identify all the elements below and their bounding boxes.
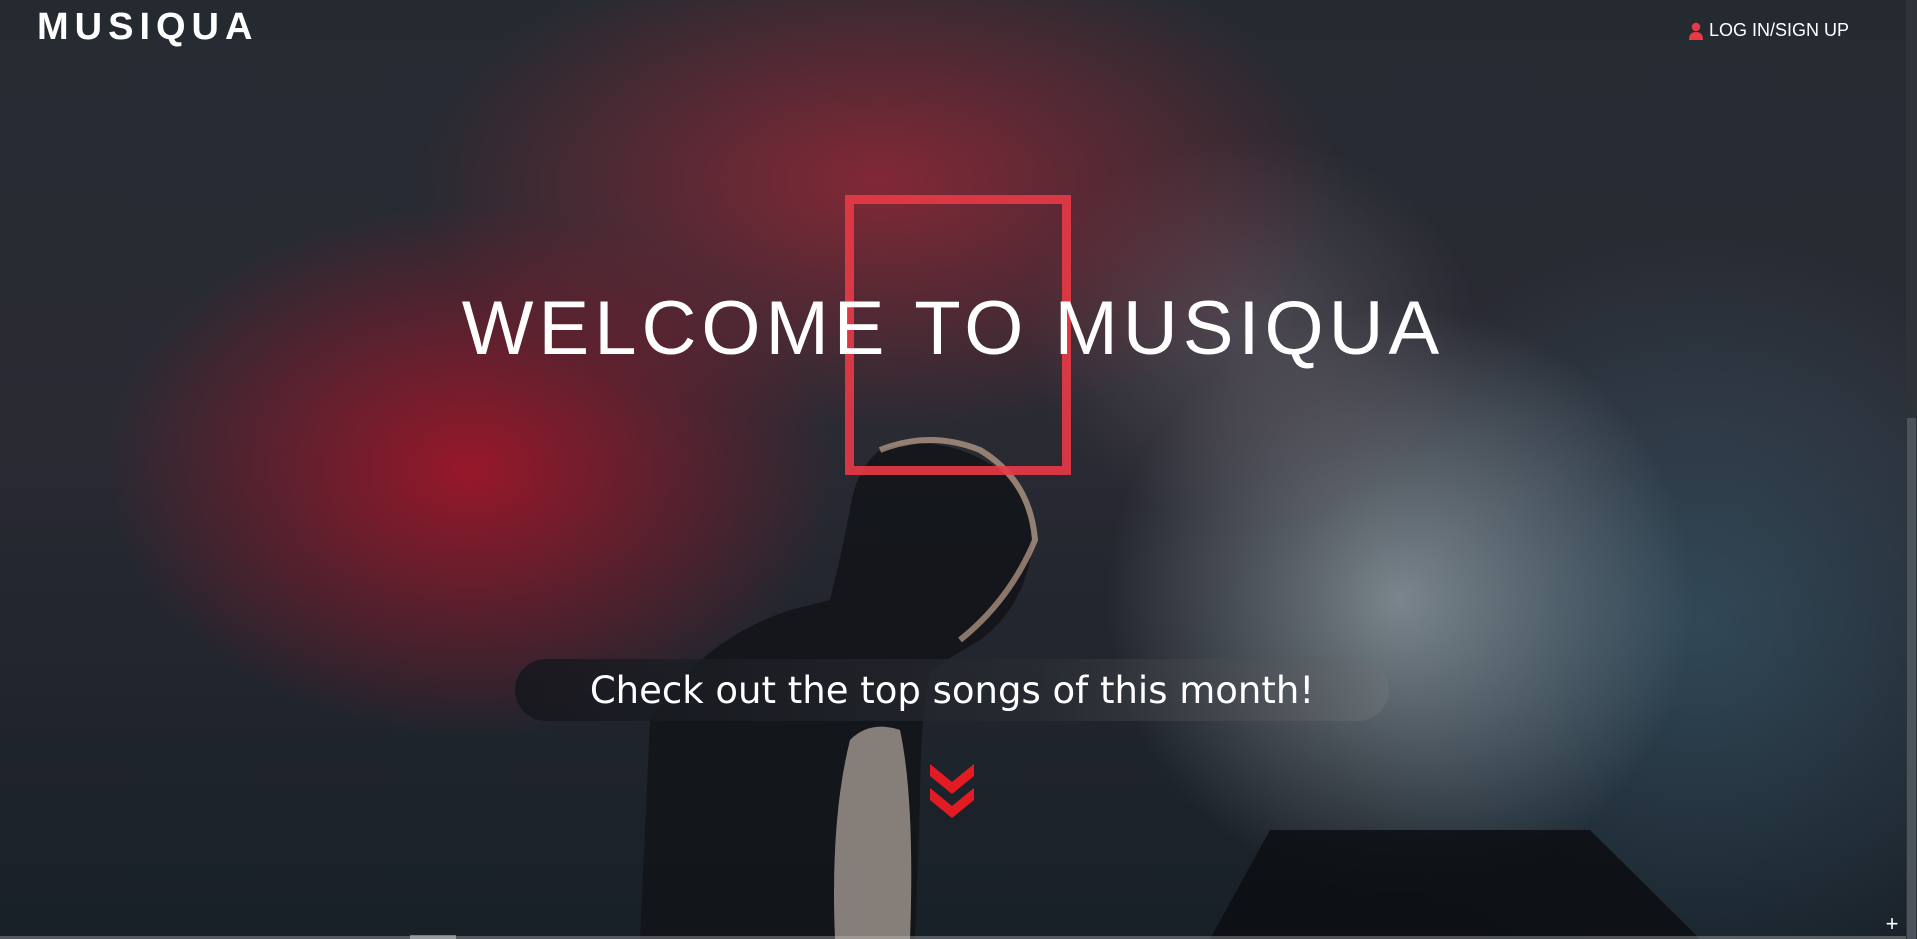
login-signup-label: LOG IN/SIGN UP (1709, 20, 1850, 40)
top-songs-banner-text: Check out the top songs of this month! (589, 668, 1315, 712)
site-logo[interactable]: MUSIQUA (37, 6, 258, 49)
hero-title: WELCOME TO MUSIQUA (461, 286, 1445, 371)
page-scrollbar[interactable] (1906, 0, 1917, 939)
login-signup-link[interactable]: LOG IN/SIGN UP (1688, 20, 1849, 41)
scrollbar-thumb[interactable] (1907, 418, 1916, 939)
landing-page: MUSIQUA LOG IN/SIGN UP WELCOME TO MUSIQU… (0, 0, 1917, 939)
bottom-scroll-marker (410, 935, 456, 939)
user-icon (1688, 22, 1704, 40)
plus-icon[interactable]: + (1883, 913, 1901, 935)
top-songs-banner[interactable]: Check out the top songs of this month! (515, 659, 1389, 721)
double-chevron-down-icon[interactable] (926, 760, 978, 822)
